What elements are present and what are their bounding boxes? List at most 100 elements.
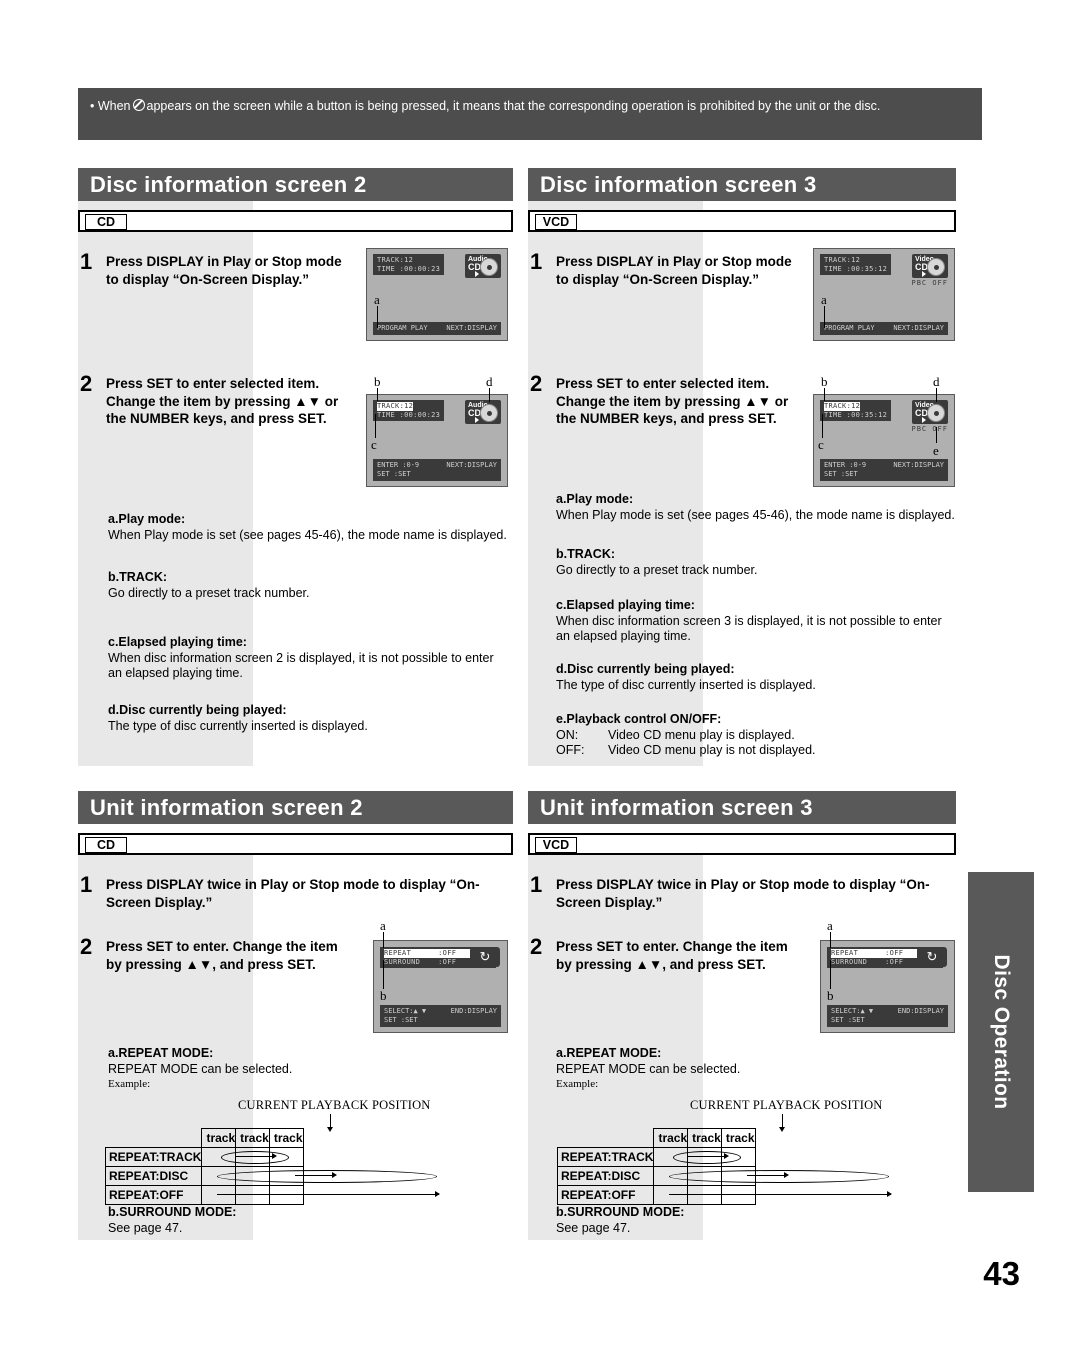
step-text: Press DISPLAY twice in Play or Stop mode…: [556, 877, 930, 910]
osd-enter-hint: ENTER :0-9: [377, 461, 420, 469]
col-track-3: track: [268, 1128, 304, 1148]
desc-d-disc-info-3: d.Disc currently being played: The type …: [556, 662, 956, 693]
example-label: Example:: [108, 1078, 151, 1090]
step-text: Press SET to enter. Change the item by p…: [556, 939, 788, 972]
desc-title: d.Disc currently being played:: [556, 662, 735, 676]
row-label-repeat-disc: REPEAT:DISC: [556, 1166, 655, 1186]
loop-repeat-track: [221, 1151, 289, 1164]
desc-title: c.Elapsed playing time:: [108, 635, 247, 649]
step-text: Press DISPLAY in Play or Stop mode to di…: [106, 254, 342, 287]
off-text: Video CD menu play is not displayed.: [608, 743, 816, 757]
step-number: 2: [530, 371, 543, 396]
arrow-head-off: [435, 1191, 440, 1197]
desc-c-disc-info-2: c.Elapsed playing time: When disc inform…: [108, 635, 508, 682]
tv-screen-disc-info-3-step1: TRACK:12 TIME :00:35:12 Video CD PBC OFF…: [813, 248, 955, 341]
section-header-unit-info-2: Unit information screen 2: [78, 791, 513, 824]
callout-e-disc-info-3: e: [933, 443, 939, 458]
osd-hint-bar: NEXT:DISPLAY ENTER :0-9 SET :SET: [820, 459, 948, 481]
current-playback-position-label-right: CURRENT PLAYBACK POSITION: [690, 1098, 883, 1112]
desc-a-unit-info-3: a.REPEAT MODE: REPEAT MODE can be select…: [556, 1046, 956, 1093]
note-text-after: appears on the screen while a button is …: [146, 99, 881, 113]
desc-a-unit-info-2: a.REPEAT MODE: REPEAT MODE can be select…: [108, 1046, 508, 1093]
play-triangle-icon: [922, 271, 926, 277]
repeat-icon: ↻: [470, 947, 500, 967]
leader-line-b: [383, 960, 385, 989]
video-cd-badge: Video CD: [912, 254, 948, 278]
disc-ring-icon: [927, 258, 945, 276]
osd-track: TRACK:12: [377, 256, 414, 264]
desc-title: c.Elapsed playing time:: [556, 598, 695, 612]
arrow-line-off: [669, 1194, 891, 1196]
desc-d-disc-info-2: d.Disc currently being played: The type …: [108, 703, 508, 734]
desc-text: The type of disc currently inserted is d…: [556, 677, 816, 692]
osd-time: TIME :00:00:23: [377, 410, 441, 419]
play-triangle-icon: [475, 417, 479, 423]
col-track-2: track: [235, 1128, 270, 1148]
osd-track-time: TRACK:12 TIME :00:00:23: [373, 254, 445, 275]
note-text-before: • When: [90, 99, 131, 113]
osd-hint-bar: NEXT:DISPLAY ENTER :0-9 SET :SET: [373, 459, 501, 481]
cpp-arrow-head-left: [327, 1127, 333, 1132]
current-playback-position-label-left: CURRENT PLAYBACK POSITION: [238, 1098, 431, 1112]
tv-screen-disc-info-2-step1: TRACK:12 TIME :00:00:23 Audio CD NEXT:DI…: [366, 248, 508, 341]
osd-next-hint: NEXT:DISPLAY: [446, 324, 497, 332]
manual-page: • When appears on the screen while a butt…: [0, 0, 1080, 1363]
col-track-1: track: [201, 1128, 237, 1148]
arrow-line-disc: [295, 1175, 335, 1177]
osd-end-hint: END:DISPLAY: [450, 1007, 497, 1015]
play-triangle-icon: [475, 271, 479, 277]
play-triangle-icon: [922, 417, 926, 423]
step-text: Press SET to enter selected item. Change…: [556, 376, 789, 426]
desc-title: b.TRACK:: [556, 547, 616, 561]
disc-tag-vcd: VCD: [535, 837, 577, 853]
leader-line-d: [936, 388, 938, 402]
osd-set-hint: SET :SET: [384, 1016, 418, 1024]
arrow-line-track: [235, 1156, 275, 1158]
desc-text: When Play mode is set (see pages 45-46),…: [108, 527, 507, 542]
example-label: Example:: [556, 1078, 599, 1090]
osd-track-highlight: TRACK:12: [824, 402, 861, 411]
loop-repeat-track: [673, 1151, 741, 1164]
desc-text: REPEAT MODE can be selected.: [556, 1061, 741, 1076]
section-header-unit-info-3: Unit information screen 3: [528, 791, 956, 824]
disc-tag-box-disc-info-2: CD: [78, 210, 513, 232]
cpp-arrow-line-right: [782, 1114, 784, 1128]
desc-a-disc-info-2: a.Play mode: When Play mode is set (see …: [108, 512, 508, 543]
pbc-status: PBC OFF: [911, 279, 948, 287]
desc-text: When disc information screen 3 is displa…: [556, 613, 942, 644]
callout-b-unit-info-3: b: [827, 988, 834, 1003]
on-label: ON:: [556, 727, 579, 742]
desc-title: d.Disc currently being played:: [108, 703, 287, 717]
step-number: 2: [80, 934, 93, 959]
arrow-head-disc: [332, 1172, 337, 1178]
leader-line-c: [375, 414, 377, 438]
osd-track-time: TRACK:12 TIME :00:35:12: [820, 254, 892, 275]
step-number: 2: [80, 371, 93, 396]
osd-end-hint: END:DISPLAY: [897, 1007, 944, 1015]
desc-title: a.Play mode:: [108, 512, 186, 526]
leader-line-b: [830, 960, 832, 989]
osd-play-mode: PROGRAM PLAY: [377, 324, 428, 332]
tv-screen-unit-info-2: REPEAT :OFF SURROUND :OFF ↻ END:DISPLAY S…: [373, 940, 508, 1033]
osd-next-hint: NEXT:DISPLAY: [446, 461, 497, 469]
cpp-arrow-head-right: [779, 1127, 785, 1132]
desc-text: When disc information screen 2 is displa…: [108, 650, 494, 681]
desc-b-disc-info-2: b.TRACK: Go directly to a preset track n…: [108, 570, 508, 601]
desc-text: Go directly to a preset track number.: [556, 562, 758, 577]
desc-c-disc-info-3: c.Elapsed playing time: When disc inform…: [556, 598, 956, 645]
desc-text: When Play mode is set (see pages 45-46),…: [556, 507, 955, 522]
step-text: Press SET to enter. Change the item by p…: [106, 939, 338, 972]
step-text: Press DISPLAY in Play or Stop mode to di…: [556, 254, 792, 287]
col-track-2: track: [687, 1128, 722, 1148]
pbc-status: PBC OFF: [911, 425, 948, 433]
callout-b-unit-info-2: b: [380, 988, 387, 1003]
arrow-head-track: [724, 1153, 729, 1159]
osd-set-hint: SET :SET: [824, 470, 858, 478]
step-text: Press DISPLAY twice in Play or Stop mode…: [106, 877, 480, 910]
desc-title: b.SURROUND MODE:: [108, 1205, 237, 1219]
row-label-repeat-track: REPEAT:TRACK: [556, 1147, 655, 1167]
leader-line-a: [824, 306, 826, 328]
desc-b-unit-info-3: b.SURROUND MODE: See page 47.: [556, 1205, 956, 1236]
desc-off-row: OFF: Video CD menu play is not displayed.: [556, 743, 956, 759]
leader-line-b: [377, 388, 379, 401]
